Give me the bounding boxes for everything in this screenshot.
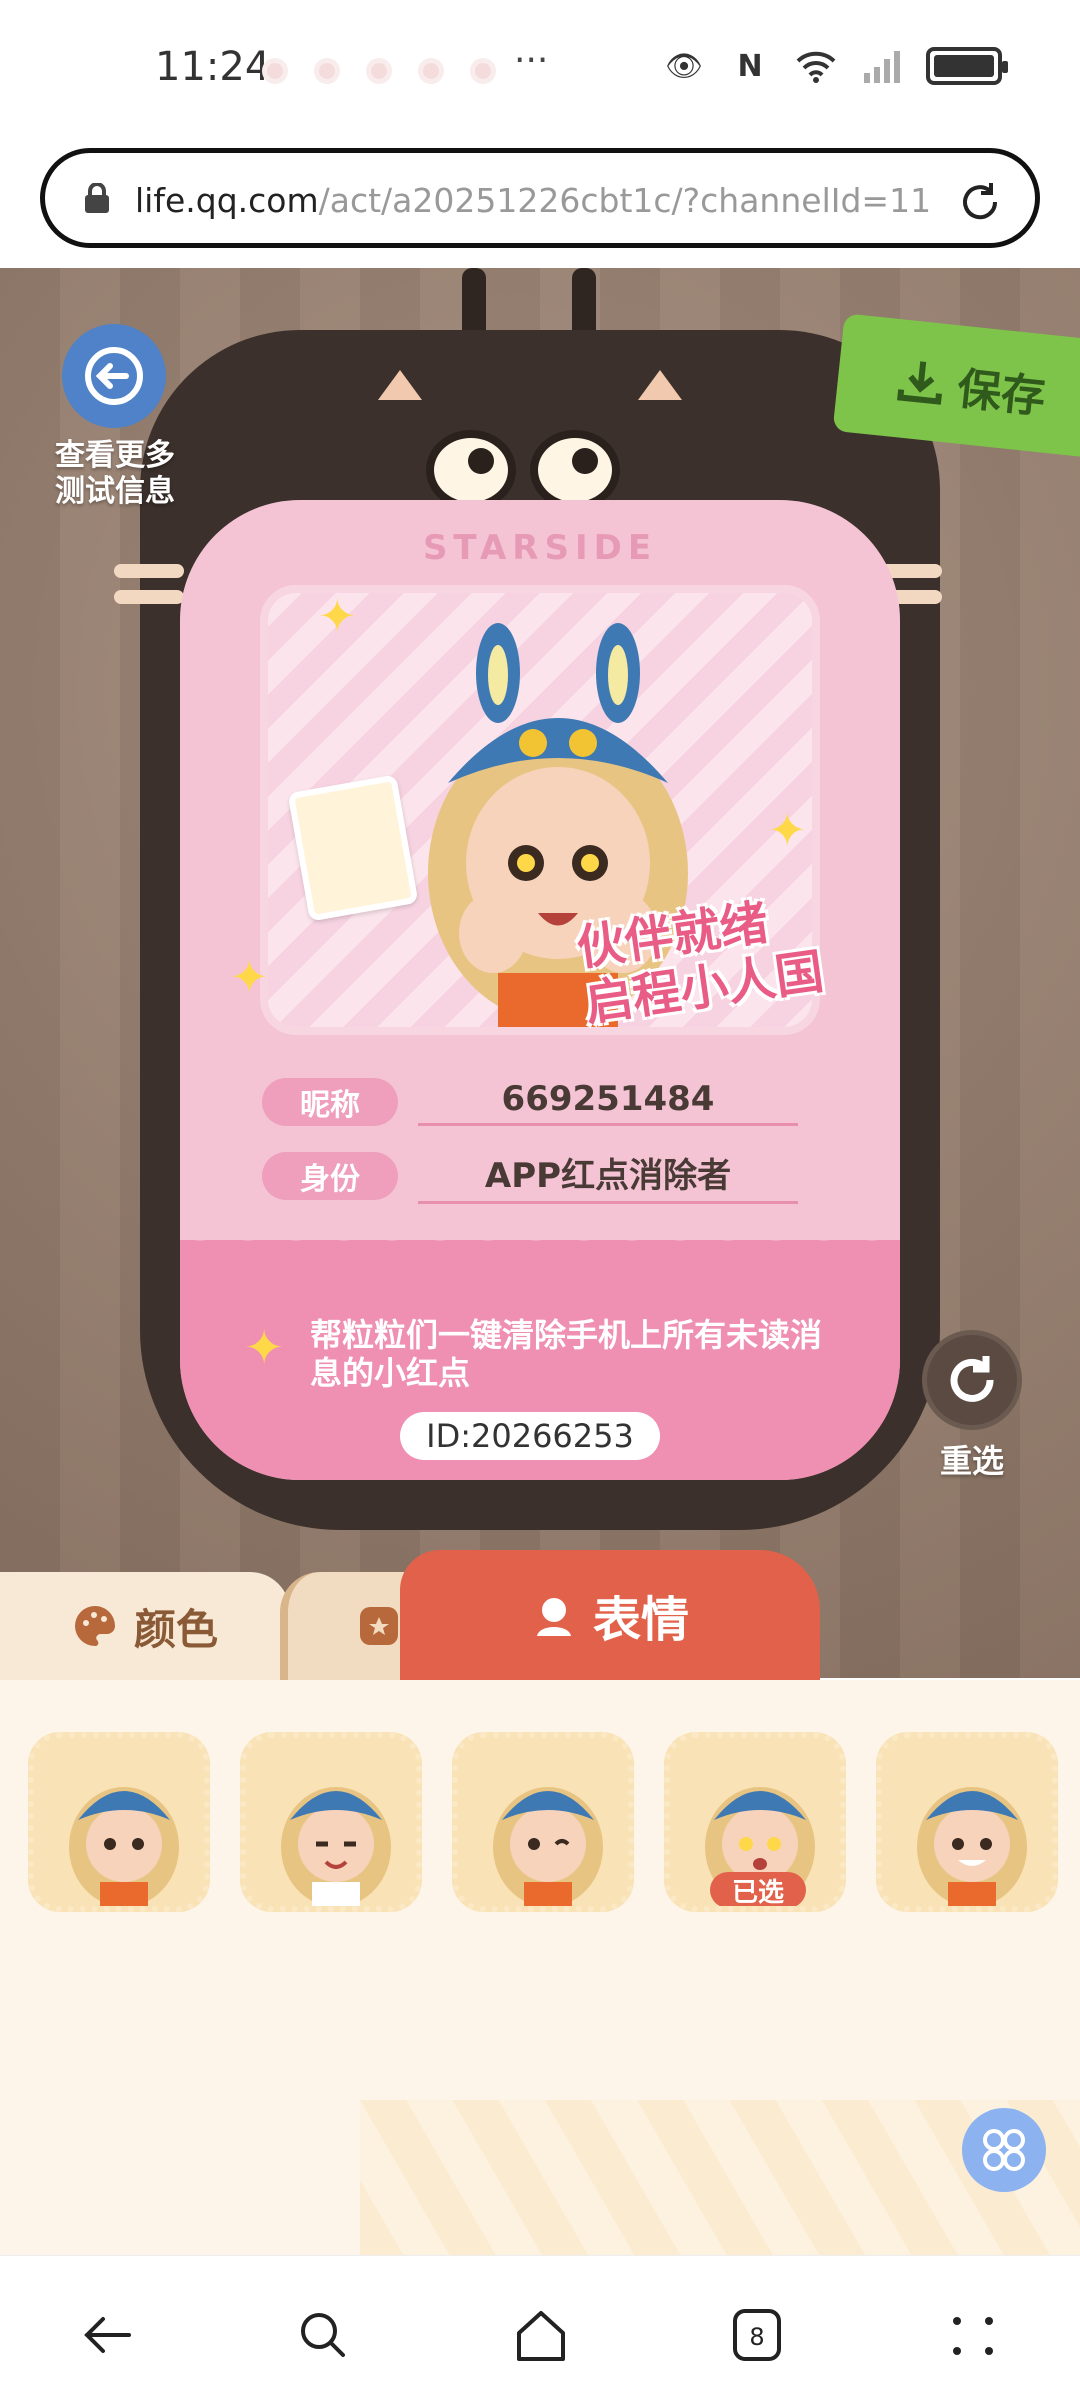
expression-option[interactable]: [28, 1732, 210, 1912]
home-icon[interactable]: [506, 2300, 576, 2370]
whisker: [114, 564, 184, 578]
expression-panel: 已选: [0, 1680, 1080, 2260]
star-icon: ✦: [230, 950, 269, 1004]
refresh-icon: [950, 1356, 994, 1402]
status-bar: 11:24 ··· 👁 N: [0, 0, 1080, 140]
more-info-label[interactable]: 查看更多 测试信息: [30, 438, 200, 510]
card-id: ID:20266253: [400, 1412, 660, 1460]
tab-count: 8: [749, 2323, 764, 2351]
battery-icon: [926, 47, 1008, 85]
notification-dot-icon: [366, 58, 392, 84]
tabs-icon[interactable]: 8: [722, 2300, 792, 2370]
eye-icon: 👁: [664, 48, 704, 84]
palette-icon: [74, 1606, 115, 1646]
notification-dot-icon: [262, 58, 288, 84]
notification-dot-icon: [470, 58, 496, 84]
download-icon: [897, 361, 942, 405]
signal-icon: [860, 46, 904, 86]
face-icon: [536, 1598, 571, 1636]
nickname-row: 昵称 669251484: [262, 1078, 798, 1126]
back-icon[interactable]: [72, 2300, 142, 2370]
selected-badge: 已选: [710, 1872, 806, 1906]
cat-ear-inner: [378, 370, 422, 400]
expression-option[interactable]: [240, 1732, 422, 1912]
expression-option-selected[interactable]: 已选: [664, 1732, 846, 1912]
reselect-button[interactable]: [922, 1330, 1022, 1430]
customize-tabs: 颜色 贴纸 表情: [0, 1550, 1080, 1680]
tab-color[interactable]: 颜色: [0, 1572, 290, 1680]
nickname-label: 昵称: [262, 1078, 398, 1126]
search-icon[interactable]: [288, 2300, 358, 2370]
identity-label: 身份: [262, 1152, 398, 1200]
more-notifications: ···: [514, 40, 549, 81]
expression-option[interactable]: [452, 1732, 634, 1912]
cat-eye: [426, 430, 516, 510]
identity-row: 身份 APP红点消除者: [262, 1152, 798, 1204]
browser-nav-bar: 8: [0, 2255, 1080, 2400]
more-info-button[interactable]: [62, 324, 166, 428]
tab-color-label: 颜色: [133, 1604, 218, 1654]
reload-icon[interactable]: [955, 177, 1005, 227]
tab-expression-label: 表情: [592, 1592, 689, 1648]
wifi-icon: [794, 46, 838, 86]
url-path: /act/a20251226cbt1c/?channelId=11: [318, 181, 932, 220]
cat-eye: [530, 430, 620, 510]
identity-card: STARSIDE ✦ ✦ 伙伴就绪 启程小人国 ✦ 昵称 669251484 身…: [180, 500, 900, 1480]
menu-icon[interactable]: [938, 2300, 1008, 2370]
star-icon: ✦: [318, 589, 357, 643]
fruit-sticker: [287, 774, 419, 922]
whisker: [114, 590, 184, 604]
star-icon: ✦: [768, 803, 807, 857]
grid-icon: [983, 2129, 1025, 2171]
floating-menu-button[interactable]: [962, 2108, 1046, 2192]
expression-option[interactable]: [876, 1732, 1058, 1912]
reselect-label[interactable]: 重选: [922, 1436, 1022, 1482]
expression-avatar: [493, 1787, 603, 1906]
identity-value: APP红点消除者: [418, 1148, 798, 1204]
expression-list: 已选: [28, 1732, 1058, 1912]
lock-icon: [85, 183, 109, 213]
notification-icons: [262, 58, 496, 84]
url-text[interactable]: life.qq.com/act/a20251226cbt1c/?channelI…: [135, 181, 931, 220]
nickname-value: 669251484: [418, 1079, 798, 1126]
expression-avatar: [281, 1787, 391, 1906]
identity-description: 帮粒粒们一键清除手机上所有未读消息的小红点: [310, 1316, 823, 1392]
nfc-icon: N: [737, 48, 763, 84]
brand-logo: STARSIDE: [422, 528, 658, 568]
sticker-icon: [359, 1607, 398, 1645]
save-label: 保存: [954, 363, 1048, 424]
expression-avatar: [917, 1787, 1027, 1906]
url-host: life.qq.com: [135, 181, 319, 220]
sparkle-icon: ✦: [244, 1320, 285, 1376]
exit-icon: [85, 347, 143, 405]
notification-dot-icon: [314, 58, 340, 84]
cat-ear-inner: [638, 370, 682, 400]
address-bar[interactable]: life.qq.com/act/a20251226cbt1c/?channelI…: [40, 148, 1040, 248]
notification-dot-icon: [418, 58, 444, 84]
status-time: 11:24: [155, 44, 271, 90]
tab-expression[interactable]: 表情: [400, 1550, 820, 1680]
expression-avatar: [69, 1787, 179, 1906]
